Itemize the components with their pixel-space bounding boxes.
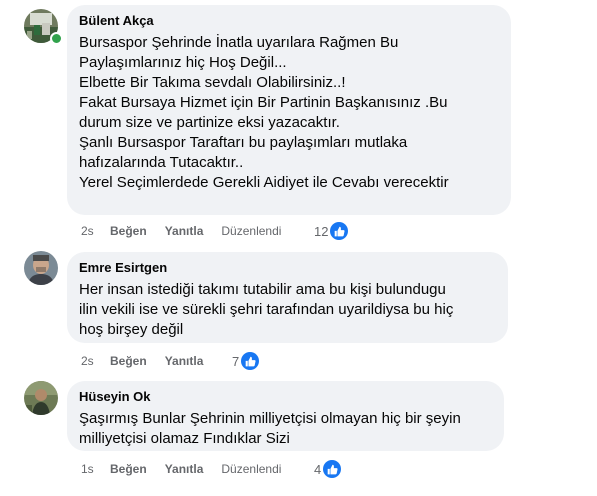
comment-line: Yerel Seçimlerdede Gerekli Aidiyet ile C… bbox=[79, 174, 449, 191]
comment-actions: 2s Beğen Yanıtla bbox=[81, 351, 221, 371]
comment-author[interactable]: Bülent Akça bbox=[79, 13, 499, 29]
avatar[interactable] bbox=[24, 381, 58, 415]
comment-line: hafızalarında Tutacaktır.. bbox=[79, 154, 244, 171]
like-thumb-icon bbox=[323, 460, 342, 478]
edited-label[interactable]: Düzenlendi bbox=[221, 462, 281, 476]
like-button[interactable]: Beğen bbox=[110, 224, 147, 238]
comment-timestamp[interactable]: 2s bbox=[81, 354, 110, 368]
comment-bubble: Bülent Akça Bursaspor Şehrinde İnatla uy… bbox=[67, 5, 511, 215]
comment-line: Her insan istediği takımı tutabilir ama … bbox=[79, 281, 446, 298]
like-button[interactable]: Beğen bbox=[110, 354, 147, 368]
comment-line: Elbette Bir Takıma sevdalı Olabilirsiniz… bbox=[79, 74, 346, 91]
edited-label[interactable]: Düzenlendi bbox=[221, 224, 281, 238]
comment-actions: 2s Beğen Yanıtla Düzenlendi bbox=[81, 221, 303, 241]
comment-line: Fakat Bursaya Hizmet için Bir Partinin B… bbox=[79, 94, 448, 111]
comment-author[interactable]: Emre Esirtgen bbox=[79, 260, 496, 276]
reaction-count: 4 bbox=[314, 461, 322, 477]
comment-line: Paylaşımlarınız hiç Hoş Değil... bbox=[79, 54, 287, 71]
comment-text: Şaşırmış Bunlar Şehrinin milliyetçisi ol… bbox=[79, 409, 492, 449]
comment-text: Her insan istediği takımı tutabilir ama … bbox=[79, 280, 496, 340]
comment-timestamp[interactable]: 2s bbox=[81, 224, 110, 238]
reaction-count: 12 bbox=[314, 223, 329, 239]
comment-line: Bursaspor Şehrinde İnatla uyarılara Rağm… bbox=[79, 34, 399, 51]
like-button[interactable]: Beğen bbox=[110, 462, 147, 476]
comment-line: Şanlı Bursaspor Taraftarı bu paylaşımlar… bbox=[79, 134, 408, 151]
reaction-summary[interactable]: 12 bbox=[314, 221, 349, 241]
comment-actions: 1s Beğen Yanıtla Düzenlendi bbox=[81, 459, 303, 479]
like-thumb-icon bbox=[330, 222, 349, 240]
comment-author[interactable]: Hüseyin Ok bbox=[79, 389, 492, 405]
online-status-dot bbox=[50, 32, 63, 45]
reply-button[interactable]: Yanıtla bbox=[165, 224, 204, 238]
reaction-count: 7 bbox=[232, 353, 240, 369]
avatar[interactable] bbox=[24, 251, 58, 285]
comment-bubble: Emre Esirtgen Her insan istediği takımı … bbox=[67, 252, 508, 343]
reaction-summary[interactable]: 4 bbox=[314, 459, 342, 479]
comment-bubble: Hüseyin Ok Şaşırmış Bunlar Şehrinin mill… bbox=[67, 381, 504, 451]
reply-button[interactable]: Yanıtla bbox=[165, 354, 204, 368]
comment-text: Bursaspor Şehrinde İnatla uyarılara Rağm… bbox=[79, 33, 499, 193]
reaction-summary[interactable]: 7 bbox=[232, 351, 260, 371]
comment-line: ilin vekili ise ve sürekli şehri tarafın… bbox=[79, 301, 454, 318]
comment-line: hoş birşey değil bbox=[79, 321, 184, 338]
comment-timestamp[interactable]: 1s bbox=[81, 462, 110, 476]
comment-line: milliyetçisi olamaz Fındıklar Sizi bbox=[79, 430, 290, 447]
like-thumb-icon bbox=[241, 352, 260, 370]
reply-button[interactable]: Yanıtla bbox=[165, 462, 204, 476]
comment-line: Şaşırmış Bunlar Şehrinin milliyetçisi ol… bbox=[79, 410, 461, 427]
comment-line: durum size ve partinize eksi yazacaktır. bbox=[79, 114, 340, 131]
